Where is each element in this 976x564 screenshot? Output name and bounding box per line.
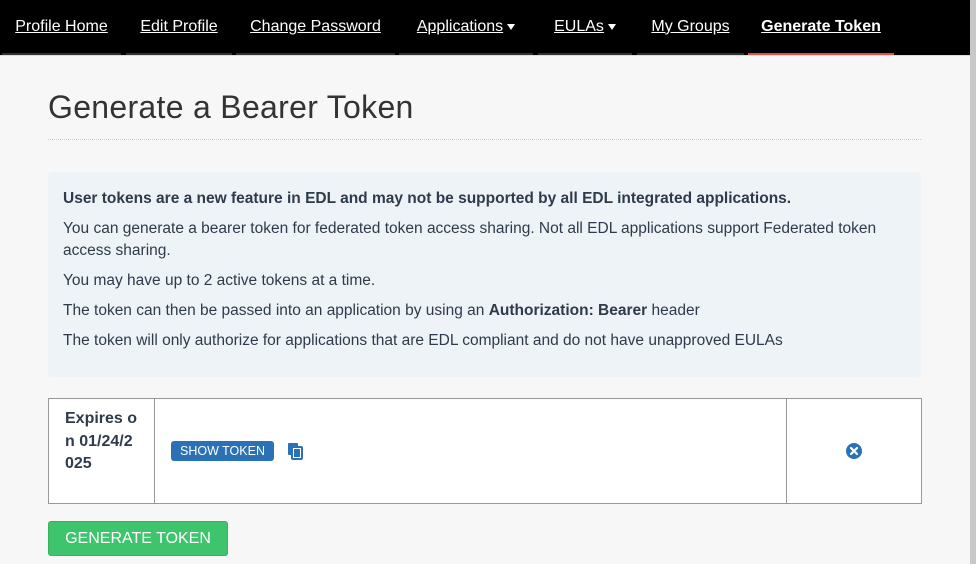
- info-line-federated: You can generate a bearer token for fede…: [63, 220, 877, 259]
- info-line-compliance: The token will only authorize for applic…: [63, 332, 783, 349]
- info-panel: User tokens are a new feature in EDL and…: [48, 172, 921, 377]
- nav-label: Edit Profile: [140, 17, 218, 35]
- nav-eulas[interactable]: EULAs: [538, 0, 632, 55]
- info-text: header: [647, 302, 700, 319]
- caret-down-icon: [507, 23, 516, 30]
- nav-generate-token[interactable]: Generate Token: [748, 0, 894, 55]
- nav-applications[interactable]: Applications: [399, 0, 533, 55]
- info-text: The token can then be passed into an app…: [63, 302, 489, 319]
- top-navigation: Profile Home Edit Profile Change Passwor…: [0, 0, 970, 56]
- nav-label: EULAs: [554, 17, 604, 35]
- nav-label: Profile Home: [15, 17, 108, 35]
- info-line-header: The token can then be passed into an app…: [63, 300, 906, 322]
- vertical-scrollbar[interactable]: [970, 0, 976, 564]
- generate-token-button[interactable]: GENERATE TOKEN: [48, 521, 228, 556]
- nav-label: My Groups: [651, 17, 730, 35]
- token-row: Expires on 01/24/2025 SHOW TOKEN: [48, 398, 922, 504]
- caret-down-icon: [607, 23, 616, 30]
- nav-label: Applications: [416, 17, 504, 35]
- copy-icon[interactable]: [286, 442, 304, 460]
- remove-circle-icon[interactable]: [846, 443, 862, 459]
- token-actions-cell: SHOW TOKEN: [155, 399, 787, 503]
- nav-change-password[interactable]: Change Password: [236, 0, 395, 55]
- nav-label: Change Password: [250, 17, 381, 35]
- show-token-button[interactable]: SHOW TOKEN: [171, 441, 274, 461]
- info-line-limit: You may have up to 2 active tokens at a …: [63, 272, 376, 289]
- nav-edit-profile[interactable]: Edit Profile: [126, 0, 232, 55]
- scrollbar-thumb[interactable]: [970, 0, 976, 564]
- nav-my-groups[interactable]: My Groups: [637, 0, 744, 55]
- page-title: Generate a Bearer Token: [48, 89, 414, 125]
- nav-profile-home[interactable]: Profile Home: [2, 0, 121, 55]
- nav-label: Generate Token: [761, 17, 881, 35]
- header-name: Authorization: Bearer: [488, 302, 648, 319]
- token-expiry: Expires on 01/24/2025: [49, 399, 155, 503]
- divider: [48, 139, 921, 140]
- feature-notice: User tokens are a new feature in EDL and…: [63, 190, 792, 207]
- token-remove-cell: [787, 399, 921, 503]
